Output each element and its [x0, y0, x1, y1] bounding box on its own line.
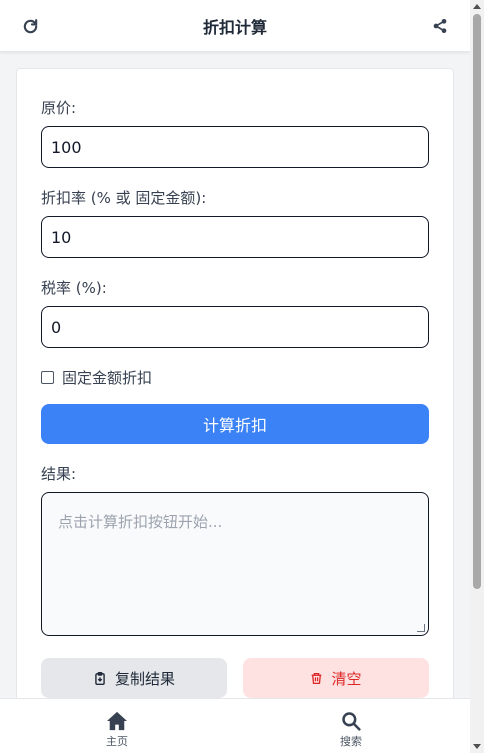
nav-item-home[interactable]: 主页 [87, 711, 147, 749]
clipboard-icon [95, 671, 105, 685]
calculator-card: 原价: 100 折扣率 (% 或 固定金额): 10 税率 (%): 0 固定金… [16, 68, 454, 708]
copy-result-button[interactable]: 复制结果 [41, 658, 227, 698]
nav-item-search[interactable]: 搜索 [321, 711, 381, 749]
scroll-down-icon[interactable] [473, 744, 481, 749]
share-icon[interactable] [430, 16, 450, 36]
fixed-amount-label[interactable]: 固定金额折扣 [62, 367, 152, 388]
refresh-icon[interactable] [20, 16, 40, 36]
app-header: 折扣计算 [0, 0, 470, 52]
result-placeholder: 点击计算折扣按钮开始... [58, 513, 223, 531]
nav-search-label: 搜索 [340, 735, 362, 748]
search-icon [342, 712, 361, 731]
tax-rate-input[interactable]: 0 [41, 306, 429, 348]
result-textarea[interactable]: 点击计算折扣按钮开始... [41, 492, 429, 636]
scroll-up-icon[interactable] [473, 4, 481, 9]
copy-result-label: 复制结果 [114, 669, 175, 688]
discount-rate-input[interactable]: 10 [41, 216, 429, 258]
scrollbar[interactable] [470, 0, 484, 753]
scrollbar-thumb[interactable] [473, 14, 481, 589]
resize-handle-icon[interactable] [417, 624, 425, 632]
bottom-nav: 主页 搜索 [0, 698, 470, 753]
clear-label: 清空 [331, 669, 362, 688]
home-icon [107, 711, 127, 731]
fixed-amount-option: 固定金额折扣 [41, 367, 152, 388]
result-label: 结果: [41, 465, 77, 483]
page-title: 折扣计算 [202, 17, 267, 37]
fixed-amount-checkbox[interactable] [41, 371, 54, 384]
original-price-input[interactable]: 100 [41, 126, 429, 168]
tax-rate-label: 税率 (%): [41, 279, 107, 297]
nav-home-label: 主页 [106, 735, 128, 748]
clear-button[interactable]: 清空 [243, 658, 429, 698]
original-price-label: 原价: [41, 99, 77, 117]
trash-icon [312, 672, 322, 684]
calculate-button[interactable]: 计算折扣 [41, 404, 429, 444]
discount-rate-label: 折扣率 (% 或 固定金额): [41, 189, 207, 207]
